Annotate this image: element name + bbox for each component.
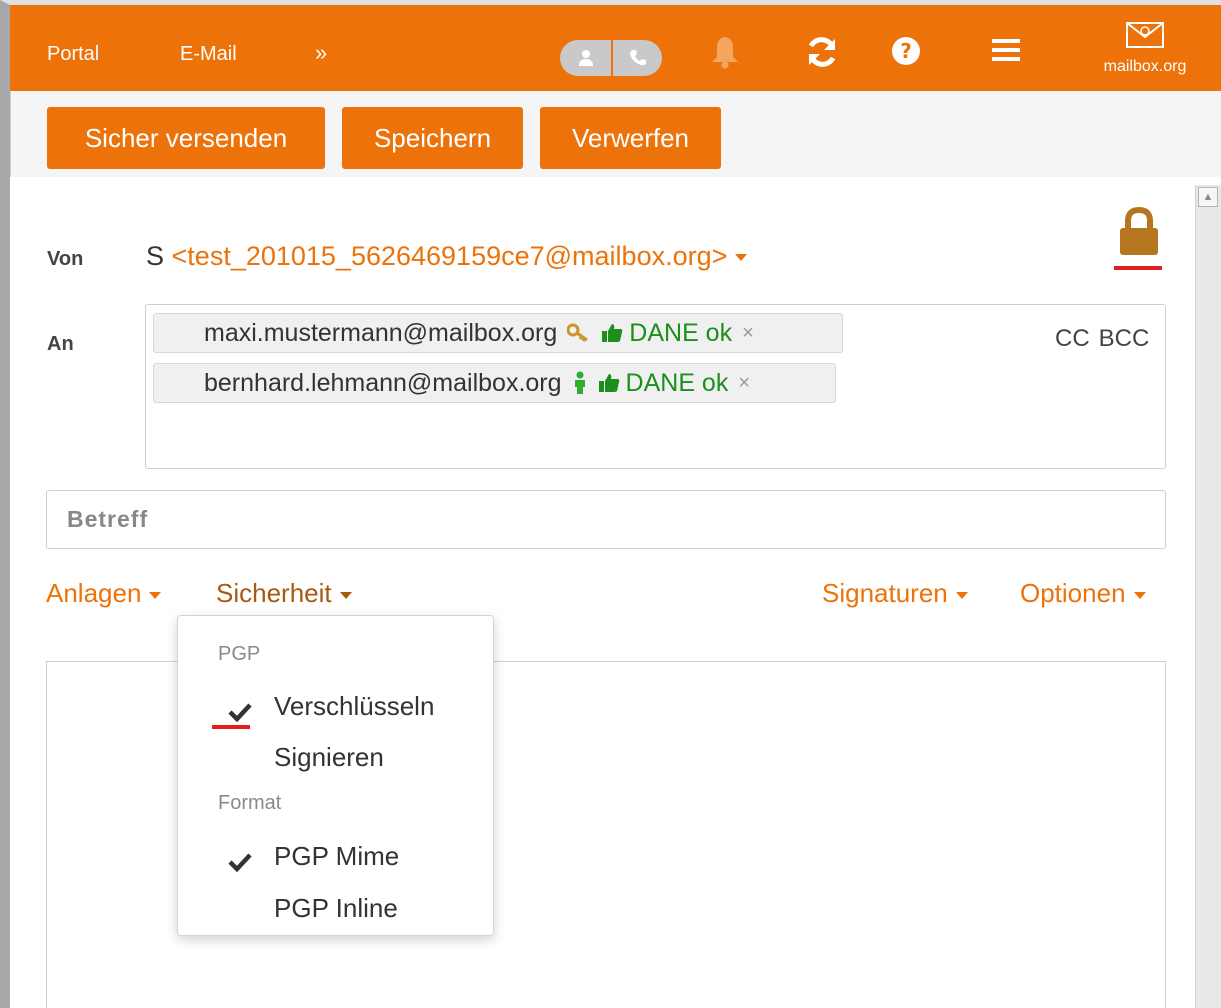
refresh-icon[interactable] xyxy=(805,35,839,74)
recipient-token[interactable]: maxi.mustermann@mailbox.org DANE ok × xyxy=(153,313,843,353)
from-address[interactable]: <test_201015_5626469159ce7@mailbox.org> xyxy=(172,241,728,271)
top-navigation-bar: Portal E-Mail » ? mailbox.org xyxy=(0,0,1221,91)
remove-recipient-close-icon[interactable]: × xyxy=(742,322,754,345)
person-green-icon xyxy=(572,371,588,395)
thumbs-up-icon xyxy=(601,323,623,343)
encryption-indicator-underline xyxy=(1114,266,1162,270)
recipients-field[interactable]: maxi.mustermann@mailbox.org DANE ok × be… xyxy=(145,304,1166,469)
scroll-up-arrow-icon[interactable]: ▲ xyxy=(1198,187,1218,207)
menu-item-pgp-inline[interactable]: PGP Inline xyxy=(178,886,493,930)
mailbox-logo-icon xyxy=(1126,22,1164,48)
save-button[interactable]: Speichern xyxy=(342,107,523,169)
discard-button[interactable]: Verwerfen xyxy=(540,107,721,169)
nav-more[interactable]: » xyxy=(315,40,327,66)
cc-bcc-links: CC BCC xyxy=(1055,325,1158,353)
key-icon xyxy=(567,323,591,343)
chevron-down-icon[interactable] xyxy=(735,254,748,262)
recipient-token[interactable]: bernhard.lehmann@mailbox.org DANE ok × xyxy=(153,363,836,403)
chevron-down-icon xyxy=(149,591,162,599)
security-menu: PGP Verschlüsseln Signieren Format PGP M… xyxy=(177,615,494,936)
security-label: Sicherheit xyxy=(216,578,332,608)
cc-link[interactable]: CC xyxy=(1055,325,1090,352)
compose-toolbar: Sicher versenden Speichern Verwerfen xyxy=(10,91,1221,177)
person-icon[interactable] xyxy=(560,40,611,76)
menu-item-encrypt[interactable]: Verschlüsseln xyxy=(178,684,493,728)
nav-email[interactable]: E-Mail xyxy=(180,43,237,66)
thumbs-up-icon xyxy=(598,373,620,393)
phone-icon[interactable] xyxy=(611,40,662,76)
recipient-email: maxi.mustermann@mailbox.org xyxy=(204,318,558,347)
to-label: An xyxy=(47,333,74,355)
dane-status: DANE ok xyxy=(629,318,733,347)
dane-status: DANE ok xyxy=(625,368,729,397)
chevron-down-icon xyxy=(1133,591,1146,599)
format-section-header: Format xyxy=(218,792,282,814)
from-name: S xyxy=(146,241,165,271)
from-label: Von xyxy=(47,248,84,270)
checkmark-icon xyxy=(228,848,252,879)
bell-icon[interactable] xyxy=(710,35,740,74)
help-icon[interactable]: ? xyxy=(890,35,922,72)
hamburger-menu-icon[interactable] xyxy=(990,35,1022,70)
chevron-down-icon xyxy=(955,591,968,599)
send-securely-button[interactable]: Sicher versenden xyxy=(47,107,325,169)
nav-portal[interactable]: Portal xyxy=(47,43,99,66)
menu-item-label: Verschlüsseln xyxy=(274,691,435,721)
contacts-calls-toggle xyxy=(560,40,662,76)
lock-icon[interactable] xyxy=(1118,206,1160,262)
chevron-down-icon xyxy=(339,591,352,599)
subject-input[interactable]: Betreff xyxy=(46,490,1166,549)
menu-item-sign[interactable]: Signieren xyxy=(178,735,493,779)
vertical-scrollbar[interactable]: ▲ xyxy=(1195,185,1221,1008)
pgp-section-header: PGP xyxy=(218,643,261,665)
menu-item-pgp-mime[interactable]: PGP Mime xyxy=(178,834,493,878)
attachments-dropdown[interactable]: Anlagen xyxy=(46,578,162,609)
left-panel-edge xyxy=(0,91,10,1008)
options-label: Optionen xyxy=(1020,578,1126,608)
bcc-link[interactable]: BCC xyxy=(1099,325,1150,352)
from-selector[interactable]: S <test_201015_5626469159ce7@mailbox.org… xyxy=(146,241,748,272)
brand-logo[interactable]: mailbox.org xyxy=(1085,19,1205,89)
svg-text:?: ? xyxy=(900,39,912,63)
menu-item-label: PGP Mime xyxy=(274,841,400,871)
menu-item-label: Signieren xyxy=(274,742,384,772)
brand-name: mailbox.org xyxy=(1103,58,1187,75)
signatures-dropdown[interactable]: Signaturen xyxy=(822,578,968,609)
remove-recipient-close-icon[interactable]: × xyxy=(738,372,750,395)
security-dropdown[interactable]: Sicherheit xyxy=(216,578,352,609)
subject-placeholder: Betreff xyxy=(67,506,149,532)
recipient-email: bernhard.lehmann@mailbox.org xyxy=(204,368,562,397)
options-dropdown[interactable]: Optionen xyxy=(1020,578,1146,609)
encrypt-highlight-underline xyxy=(212,725,250,729)
signatures-label: Signaturen xyxy=(822,578,948,608)
attachments-label: Anlagen xyxy=(46,578,142,608)
menu-item-label: PGP Inline xyxy=(274,893,398,923)
